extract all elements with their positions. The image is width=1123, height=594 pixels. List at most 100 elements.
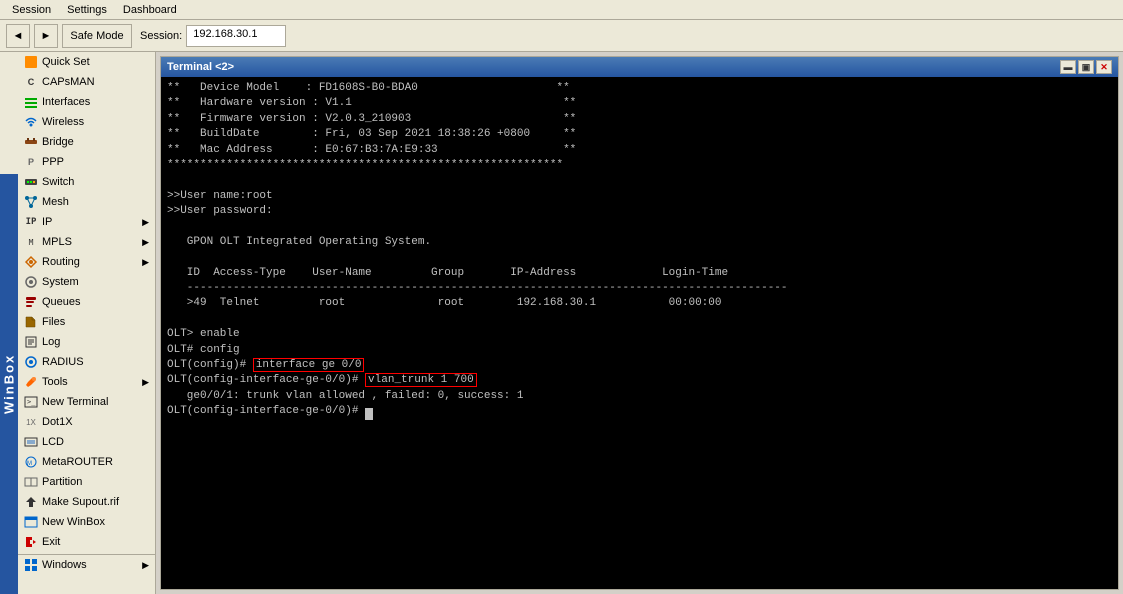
sidebar-label-dot1x: Dot1X (42, 416, 73, 428)
sidebar-item-exit[interactable]: Exit (18, 532, 155, 552)
sidebar-item-system[interactable]: System (18, 272, 155, 292)
sidebar-item-newterminal[interactable]: >_ New Terminal (18, 392, 155, 412)
sidebar-label-newterminal: New Terminal (42, 396, 108, 408)
terminal-body[interactable]: ** Device Model : FD1608S-B0-BDA0 ** ** … (161, 77, 1118, 589)
session-label: Session: (140, 30, 182, 42)
terminal-cursor (365, 408, 373, 420)
sidebar-label-radius: RADIUS (42, 356, 84, 368)
session-ip[interactable]: 192.168.30.1 (186, 25, 286, 47)
sidebar-item-log[interactable]: Log (18, 332, 155, 352)
svg-text:M: M (27, 461, 32, 467)
sidebar-label-queues: Queues (42, 296, 81, 308)
sidebar-label-log: Log (42, 336, 60, 348)
terminal-close-button[interactable]: ✕ (1096, 60, 1112, 74)
terminal-prompt-vlan: OLT(config-interface-ge-0/0)# vlan_trunk… (167, 373, 1112, 388)
sidebar-item-routing[interactable]: Routing ▶ (18, 252, 155, 272)
mpls-icon: M (24, 235, 38, 249)
terminal-restore-button[interactable]: ▣ (1078, 60, 1094, 74)
terminal-prompt-interface: OLT(config)# interface ge 0/0 (167, 358, 1112, 373)
menu-session[interactable]: Session (4, 2, 59, 18)
sidebar-label-files: Files (42, 316, 65, 328)
terminal-line: ge0/0/1: trunk vlan allowed , failed: 0,… (167, 389, 1112, 404)
terminal-line: >>User password: (167, 204, 1112, 219)
sidebar-label-ppp: PPP (42, 156, 64, 168)
sidebar-item-queues[interactable]: Queues (18, 292, 155, 312)
sidebar-item-windows[interactable]: Windows ▶ (18, 555, 155, 575)
menu-dashboard[interactable]: Dashboard (115, 2, 185, 18)
sidebar-item-ppp[interactable]: P PPP (18, 152, 155, 172)
sidebar-item-bridge[interactable]: Bridge (18, 132, 155, 152)
sidebar-label-bridge: Bridge (42, 136, 74, 148)
sidebar-item-switch[interactable]: Switch (18, 172, 155, 192)
sidebar-label-capsman: CAPsMAN (42, 76, 95, 88)
sidebar-item-ip[interactable]: IP IP ▶ (18, 212, 155, 232)
sidebar-item-tools[interactable]: Tools ▶ (18, 372, 155, 392)
sidebar-item-radius[interactable]: RADIUS (18, 352, 155, 372)
sidebar-item-files[interactable]: Files (18, 312, 155, 332)
sidebar-label-mesh: Mesh (42, 196, 69, 208)
sidebar-label-wireless: Wireless (42, 116, 84, 128)
terminal-line: OLT# config (167, 343, 1112, 358)
sidebar-label-interfaces: Interfaces (42, 96, 90, 108)
windows-arrow: ▶ (142, 560, 149, 571)
exit-icon (24, 535, 38, 549)
sidebar-label-windows: Windows (42, 559, 87, 571)
partition-icon (24, 475, 38, 489)
vlan-command: vlan_trunk 1 700 (365, 373, 477, 387)
sidebar-item-partition[interactable]: Partition (18, 472, 155, 492)
windows-section: Windows ▶ (18, 554, 155, 575)
sidebar-item-metarouter[interactable]: M MetaROUTER (18, 452, 155, 472)
content-area: Terminal <2> ▬ ▣ ✕ ** Device Model : FD1… (156, 52, 1123, 594)
sidebar-label-exit: Exit (42, 536, 60, 548)
sidebar-item-lcd[interactable]: LCD (18, 432, 155, 452)
makesupout-icon (24, 495, 38, 509)
terminal-titlebar: Terminal <2> ▬ ▣ ✕ (161, 57, 1118, 77)
terminal-title: Terminal <2> (167, 61, 234, 73)
sidebar-item-capsman[interactable]: C CAPsMAN (18, 72, 155, 92)
sidebar-label-lcd: LCD (42, 436, 64, 448)
tools-icon (24, 375, 38, 389)
terminal-line (167, 312, 1112, 327)
forward-button[interactable]: ► (34, 24, 58, 48)
terminal-line (167, 220, 1112, 235)
terminal-minimize-button[interactable]: ▬ (1060, 60, 1076, 74)
sidebar-item-dot1x[interactable]: 1X Dot1X (18, 412, 155, 432)
sidebar-item-wireless[interactable]: Wireless (18, 112, 155, 132)
tools-arrow: ▶ (142, 377, 149, 388)
sidebar-item-mpls[interactable]: M MPLS ▶ (18, 232, 155, 252)
sidebar-item-makesupout[interactable]: Make Supout.rif (18, 492, 155, 512)
sidebar-item-mesh[interactable]: Mesh (18, 192, 155, 212)
terminal-line: ****************************************… (167, 158, 1112, 173)
terminal-line: ** Device Model : FD1608S-B0-BDA0 ** (167, 81, 1112, 96)
terminal-controls: ▬ ▣ ✕ (1060, 60, 1112, 74)
terminal-line (167, 250, 1112, 265)
terminal-line (167, 173, 1112, 188)
lcd-icon (24, 435, 38, 449)
sidebar-item-quickset[interactable]: Quick Set (18, 52, 155, 72)
sidebar-item-interfaces[interactable]: Interfaces (18, 92, 155, 112)
routing-icon (24, 255, 38, 269)
mesh-icon (24, 195, 38, 209)
back-button[interactable]: ◄ (6, 24, 30, 48)
menu-bar: Session Settings Dashboard (0, 0, 1123, 20)
newwinbox-icon (24, 515, 38, 529)
safemode-button[interactable]: Safe Mode (62, 24, 132, 48)
interface-command: interface ge 0/0 (253, 358, 365, 372)
menu-settings[interactable]: Settings (59, 2, 115, 18)
sidebar-label-newwinbox: New WinBox (42, 516, 105, 528)
queues-icon (24, 295, 38, 309)
quickset-icon (24, 55, 38, 69)
sidebar-item-newwinbox[interactable]: New WinBox (18, 512, 155, 532)
sidebar-label-mpls: MPLS (42, 236, 72, 248)
sidebar-label-quickset: Quick Set (42, 56, 90, 68)
terminal-line: ** Hardware version : V1.1 ** (167, 96, 1112, 111)
routing-arrow: ▶ (142, 257, 149, 268)
bridge-icon (24, 135, 38, 149)
terminal-line: >49 Telnet root root 192.168.30.1 00:00:… (167, 296, 1112, 311)
ip-icon: IP (24, 215, 38, 229)
capsman-icon: C (24, 75, 38, 89)
terminal-window: Terminal <2> ▬ ▣ ✕ ** Device Model : FD1… (160, 56, 1119, 590)
sidebar-label-makesupout: Make Supout.rif (42, 496, 119, 508)
main-layout: WinBox Quick Set C CAPsMAN Interfaces (0, 52, 1123, 594)
sidebar-label-metarouter: MetaROUTER (42, 456, 113, 468)
